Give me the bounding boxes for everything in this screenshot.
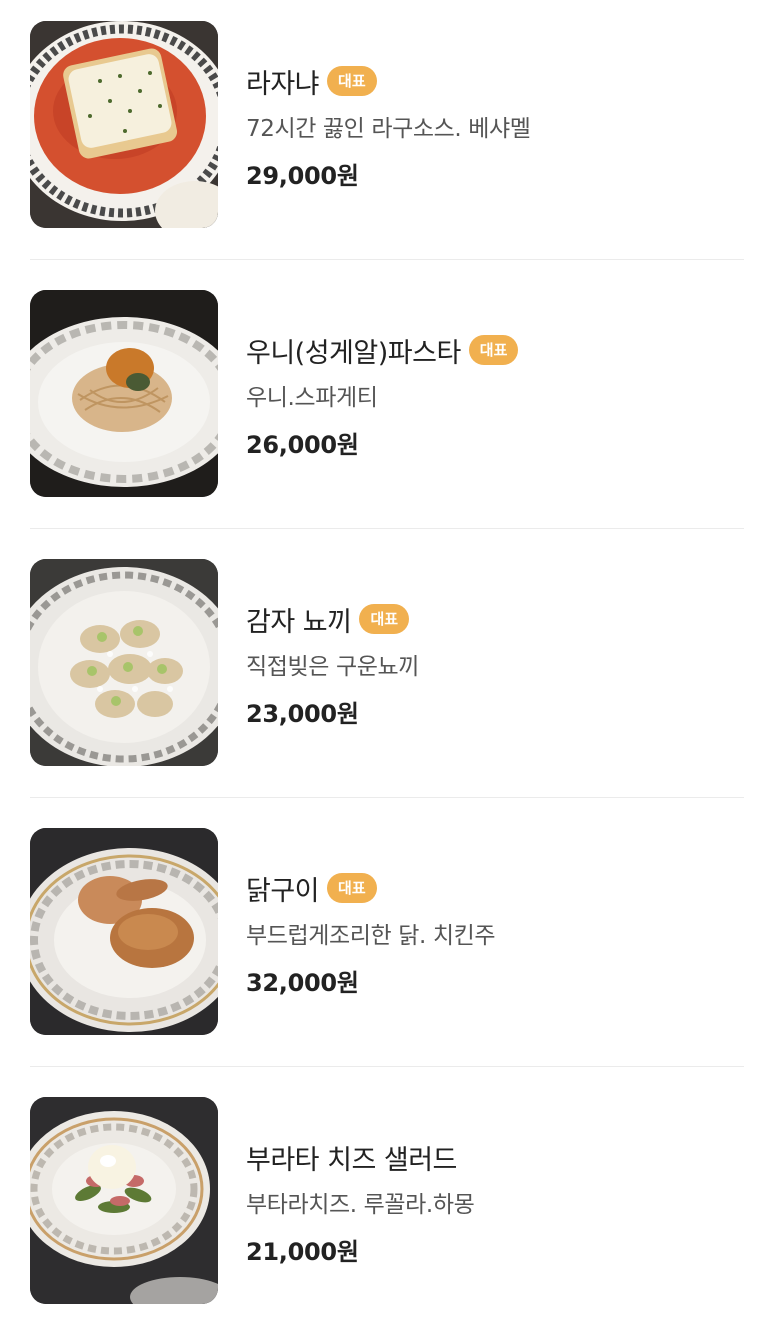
- menu-item-price: 23,000원: [246, 700, 359, 728]
- menu-item-price: 29,000원: [246, 162, 359, 190]
- menu-item-gnocchi[interactable]: 감자 뇨끼 대표 직접빚은 구운뇨끼 23,000원: [30, 559, 744, 766]
- divider: [30, 797, 744, 798]
- menu-item-name: 닭구이: [246, 875, 320, 907]
- menu-item-description: 72시간 끓인 라구소스. 베샤멜: [246, 116, 531, 142]
- menu-item-name-row: 닭구이 대표: [246, 870, 744, 907]
- menu-item-info: 우니(성게알)파스타 대표 우니.스파게티 26,000원: [246, 332, 744, 460]
- signature-badge: 대표: [468, 335, 519, 365]
- menu-list: 라자냐 대표 72시간 끓인 라구소스. 베샤멜 29,000원 우니(성게알)…: [0, 0, 773, 1323]
- menu-item-info: 부라타 치즈 샐러드 부타라치즈. 루꼴라.하몽 21,000원: [246, 1139, 744, 1267]
- signature-badge: 대표: [327, 66, 377, 96]
- menu-item-name: 라자냐: [246, 68, 320, 100]
- signature-badge: 대표: [359, 604, 410, 634]
- menu-item-uni-pasta[interactable]: 우니(성게알)파스타 대표 우니.스파게티 26,000원: [30, 290, 744, 497]
- menu-item-name: 감자 뇨끼: [246, 606, 352, 638]
- divider: [30, 1066, 744, 1067]
- menu-item-name: 우니(성게알)파스타: [246, 337, 461, 369]
- uni-pasta-photo: [30, 290, 218, 497]
- menu-item-info: 감자 뇨끼 대표 직접빚은 구운뇨끼 23,000원: [246, 601, 744, 729]
- menu-item-description: 우니.스파게티: [246, 385, 378, 411]
- potato-gnocchi-photo: [30, 559, 218, 766]
- menu-item-description: 부타라치즈. 루꼴라.하몽: [246, 1192, 475, 1218]
- signature-badge: 대표: [327, 873, 377, 903]
- menu-item-burrata-salad[interactable]: 부라타 치즈 샐러드 부타라치즈. 루꼴라.하몽 21,000원: [30, 1097, 744, 1304]
- menu-item-info: 닭구이 대표 부드럽게조리한 닭. 치킨주 32,000원: [246, 870, 744, 998]
- divider: [30, 528, 744, 529]
- menu-item-name-row: 감자 뇨끼 대표: [246, 601, 744, 638]
- menu-item-lasagna[interactable]: 라자냐 대표 72시간 끓인 라구소스. 베샤멜 29,000원: [30, 21, 744, 228]
- menu-item-description: 부드럽게조리한 닭. 치킨주: [246, 923, 496, 949]
- menu-item-roast-chicken[interactable]: 닭구이 대표 부드럽게조리한 닭. 치킨주 32,000원: [30, 828, 744, 1035]
- menu-item-name: 부라타 치즈 샐러드: [246, 1144, 457, 1176]
- menu-item-name-row: 우니(성게알)파스타 대표: [246, 332, 744, 369]
- menu-item-info: 라자냐 대표 72시간 끓인 라구소스. 베샤멜 29,000원: [246, 63, 744, 191]
- menu-item-name-row: 라자냐 대표: [246, 63, 744, 100]
- burrata-salad-photo: [30, 1097, 218, 1304]
- divider: [30, 259, 744, 260]
- menu-item-price: 26,000원: [246, 431, 359, 459]
- roast-chicken-photo: [30, 828, 218, 1035]
- menu-item-description: 직접빚은 구운뇨끼: [246, 654, 419, 680]
- menu-item-name-row: 부라타 치즈 샐러드: [246, 1139, 744, 1176]
- lasagna-photo: [30, 21, 218, 228]
- menu-item-price: 21,000원: [246, 1238, 359, 1266]
- menu-item-price: 32,000원: [246, 969, 359, 997]
